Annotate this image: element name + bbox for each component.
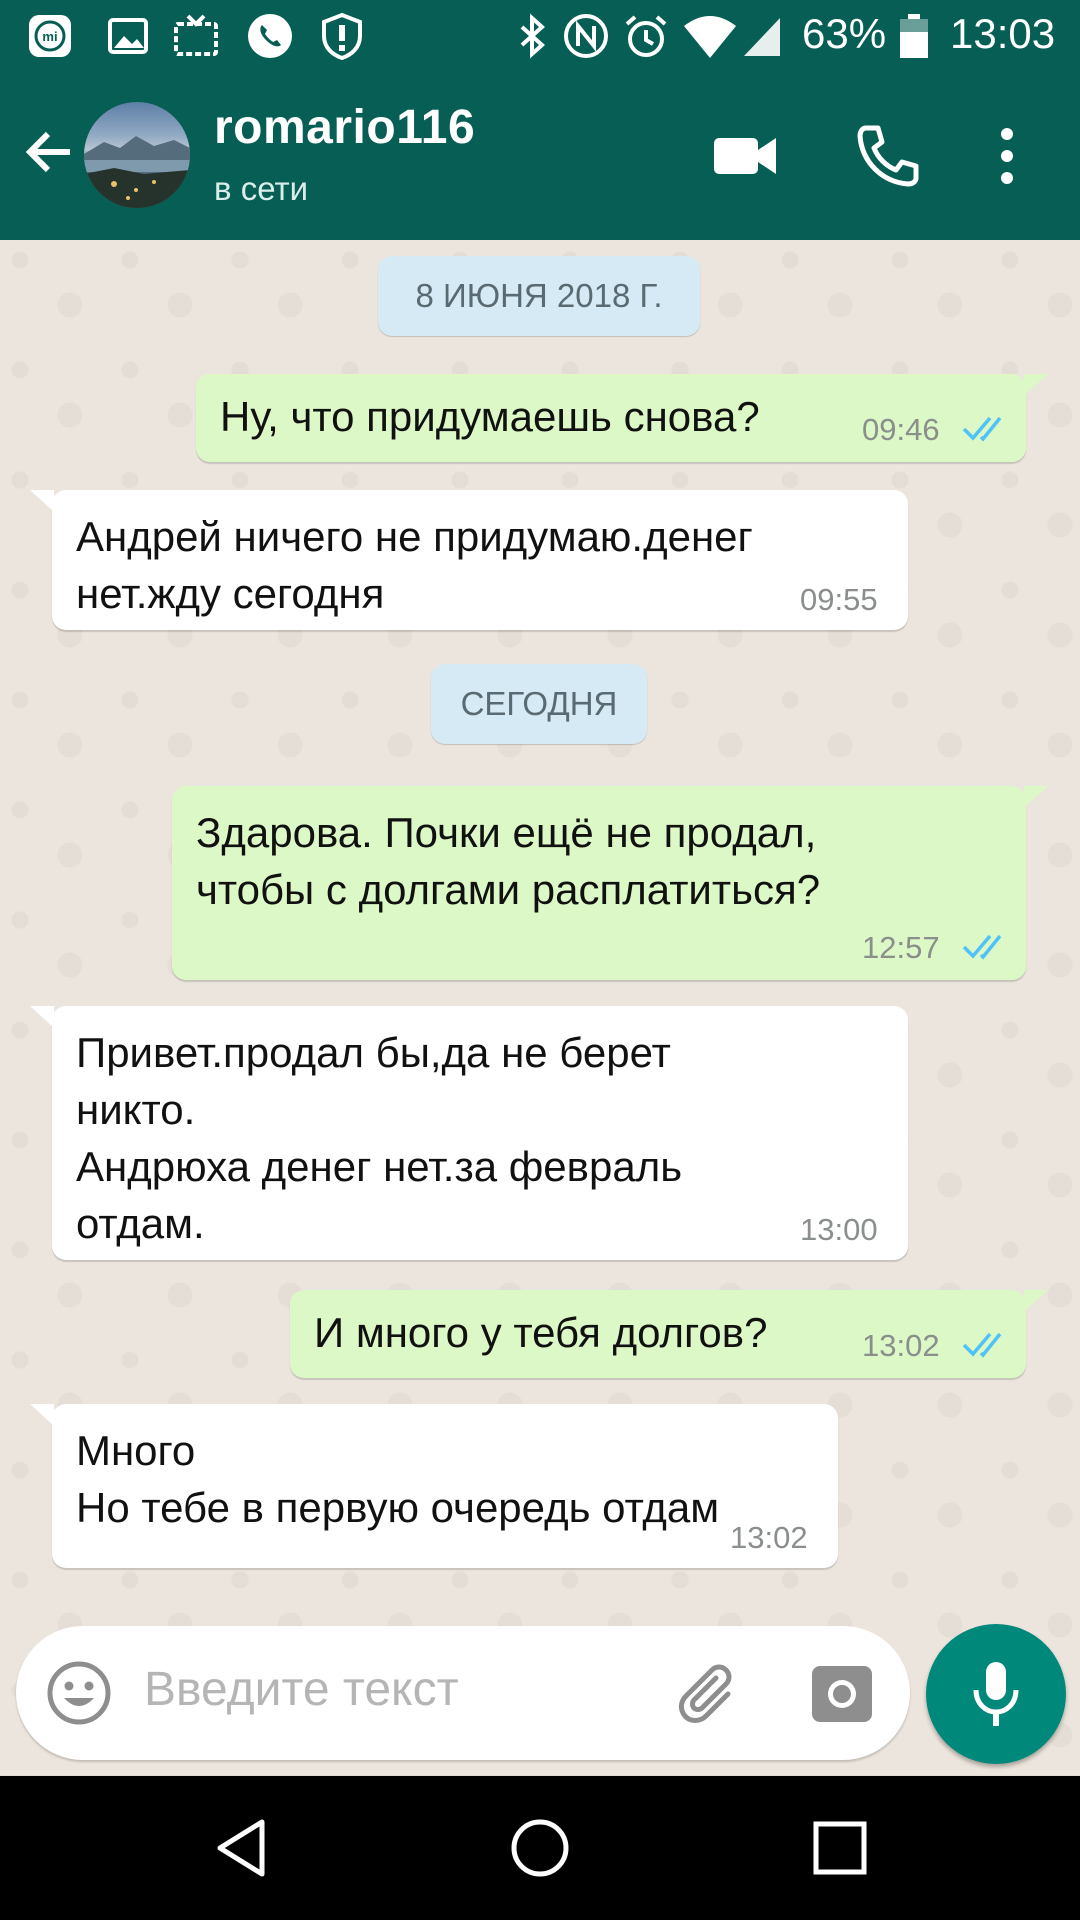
read-ticks-icon (962, 934, 1002, 960)
phone-icon (248, 14, 292, 58)
recents-nav-icon[interactable] (804, 1812, 876, 1884)
read-ticks-icon (962, 416, 1002, 442)
date-separator: СЕГОДНЯ (431, 664, 647, 744)
bubble-tail (30, 1006, 54, 1028)
message-text: Здарова. Почки ещё не продал, чтобы с до… (196, 809, 821, 913)
wifi-icon (684, 16, 736, 58)
message-composer: Введите текст (16, 1626, 910, 1760)
video-call-icon[interactable] (710, 120, 782, 192)
phone-call-icon[interactable] (852, 120, 924, 192)
mi-icon: mi (29, 15, 71, 57)
microphone-icon (973, 1662, 1019, 1726)
message-time: 12:57 (862, 930, 940, 965)
home-nav-icon[interactable] (504, 1812, 576, 1884)
message-list[interactable]: 8 ИЮНЯ 2018 Г. Ну, что придумаешь снова?… (0, 240, 1080, 1775)
message-text: И много у тебя долгов? (314, 1309, 768, 1356)
bubble-tail (1024, 786, 1048, 808)
voice-record-button[interactable] (926, 1624, 1066, 1764)
battery-percent: 63% (802, 10, 887, 57)
read-ticks-icon (962, 1332, 1002, 1358)
contact-status: в сети (214, 170, 309, 207)
message-time: 13:02 (730, 1520, 808, 1555)
message-input[interactable]: Введите текст (144, 1662, 459, 1717)
message-time: 13:02 (862, 1328, 940, 1363)
chat-header: romario116 в сети (0, 72, 1080, 240)
back-nav-icon[interactable] (206, 1812, 278, 1884)
message-bubble-outgoing[interactable]: Здарова. Почки ещё не продал, чтобы с до… (172, 786, 1026, 980)
avatar[interactable] (84, 102, 190, 208)
message-bubble-incoming[interactable]: Много Но тебе в первую очередь отдам 13:… (52, 1404, 838, 1568)
svg-text:mi: mi (42, 29, 57, 44)
contact-name[interactable]: romario116 (214, 100, 475, 155)
message-text: Привет.продал бы,да не берет никто. Андр… (76, 1029, 683, 1247)
clock: 13:03 (950, 10, 1056, 57)
bubble-tail (1024, 374, 1048, 396)
bubble-tail (30, 1404, 54, 1426)
signal-icon (744, 18, 780, 56)
attachment-icon[interactable] (676, 1660, 746, 1730)
message-time: 13:00 (800, 1212, 878, 1247)
battery-icon (900, 14, 928, 58)
message-bubble-incoming[interactable]: Привет.продал бы,да не берет никто. Андр… (52, 1006, 908, 1260)
message-text: Много Но тебе в первую очередь отдам (76, 1427, 720, 1531)
emoji-icon[interactable] (46, 1660, 112, 1726)
message-text: Ну, что придумаешь снова? (220, 393, 760, 440)
alarm-icon (625, 15, 667, 57)
more-options-icon[interactable] (982, 120, 1032, 192)
navigation-bar (0, 1776, 1080, 1920)
bubble-tail (30, 490, 54, 512)
message-text: Андрей ничего не придумаю.денег нет.жду … (76, 513, 753, 617)
status-bar: mi 63% 13:03 (0, 0, 1080, 72)
bubble-tail (1024, 1290, 1048, 1312)
message-time: 09:46 (862, 412, 940, 447)
tv-icon (174, 14, 218, 56)
message-bubble-incoming[interactable]: Андрей ничего не придумаю.денег нет.жду … (52, 490, 908, 630)
alert-shield-icon (322, 12, 362, 60)
message-time: 09:55 (800, 582, 878, 617)
message-bubble-outgoing[interactable]: Ну, что придумаешь снова? 09:46 (196, 374, 1026, 462)
camera-icon[interactable] (810, 1662, 874, 1726)
bluetooth-icon (520, 13, 545, 59)
date-separator: 8 ИЮНЯ 2018 Г. (378, 256, 700, 336)
image-icon (108, 18, 148, 54)
nfc-icon (564, 14, 608, 58)
back-arrow-icon[interactable] (18, 122, 78, 182)
message-bubble-outgoing[interactable]: И много у тебя долгов? 13:02 (290, 1290, 1026, 1378)
